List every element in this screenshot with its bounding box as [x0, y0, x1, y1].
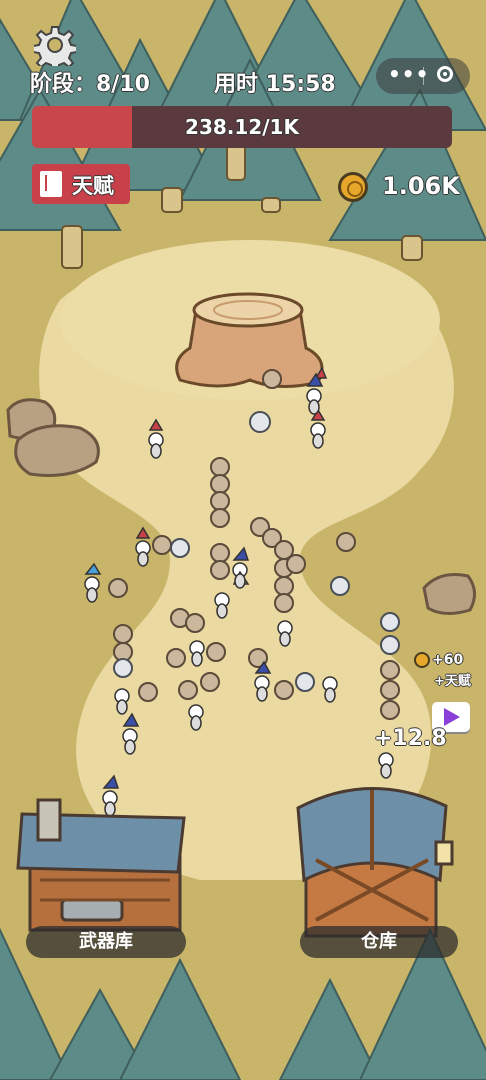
gear-icon[interactable]: [32, 24, 78, 72]
warehouse-label[interactable]: 仓库: [300, 926, 458, 958]
coin-icon: [414, 652, 430, 668]
tree-stump: [175, 292, 324, 389]
close-circle-icon[interactable]: [437, 66, 453, 82]
elapsed-time-label: 用时 15:58: [214, 72, 336, 97]
reward-talent-text: +天赋: [434, 674, 471, 689]
armory-label[interactable]: 武器库: [26, 926, 186, 958]
video-play-icon: [444, 708, 460, 726]
coin-count: 1.06K: [382, 172, 460, 200]
floating-income-text: +12.8: [374, 726, 447, 751]
warehouse-building: [296, 787, 454, 938]
capsule-divider: [423, 67, 424, 85]
talent-button[interactable]: 天赋: [32, 164, 130, 204]
armory-building: [16, 798, 186, 932]
game-scene: [0, 0, 486, 1080]
reward-coin-text: +60: [432, 652, 464, 668]
miniprogram-capsule: •••: [376, 58, 470, 94]
tree-hp-bar: 238.12/1K: [32, 106, 452, 148]
tree-hp-text: 238.12/1K: [185, 115, 299, 139]
coin-icon: [338, 172, 368, 202]
talent-button-label: 天赋: [72, 174, 114, 198]
stage-label: 阶段：8/10: [30, 72, 150, 97]
book-icon: [40, 171, 62, 197]
